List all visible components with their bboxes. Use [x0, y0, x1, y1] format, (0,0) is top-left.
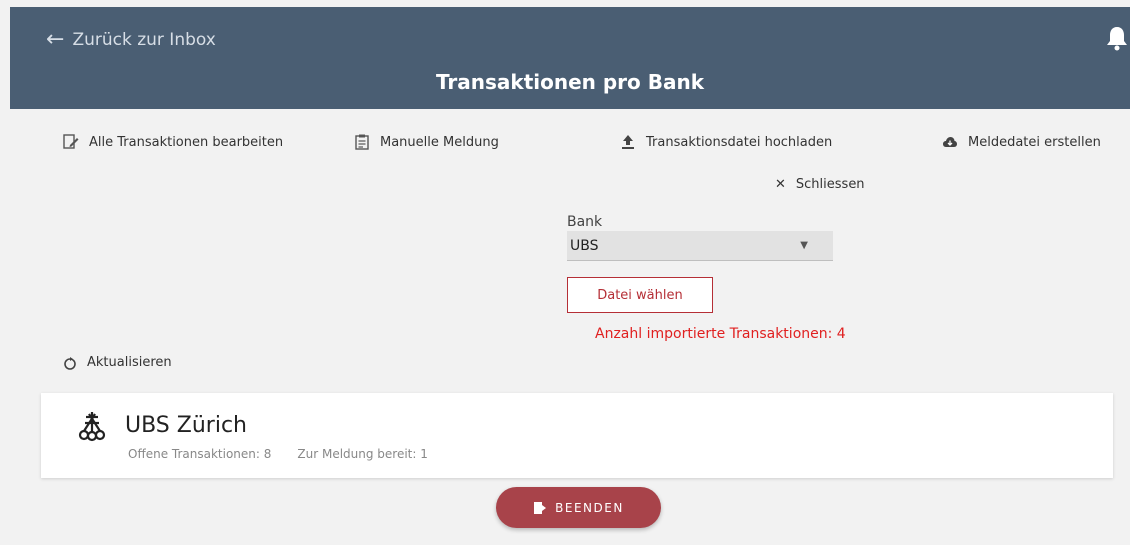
arrow-left-icon: ← — [46, 27, 65, 52]
create-report-file-button[interactable]: Meldedatei erstellen — [942, 134, 1101, 150]
bank-field-label: Bank — [567, 214, 603, 230]
caret-down-icon: ▼ — [800, 240, 808, 251]
bank-stats: Offene Transaktionen: 8 Zur Meldung bere… — [128, 447, 428, 461]
edit-all-transactions-button[interactable]: Alle Transaktionen bearbeiten — [63, 134, 283, 150]
upload-transaction-file-button[interactable]: Transaktionsdatei hochladen — [620, 134, 832, 150]
ready-for-report-count: Zur Meldung bereit: 1 — [297, 447, 428, 461]
toolbar-item-label: Alle Transaktionen bearbeiten — [89, 134, 284, 150]
upload-icon — [622, 135, 634, 149]
top-header: ← Zurück zur Inbox Transaktionen pro Ban… — [10, 7, 1130, 109]
bank-name: UBS Zürich — [125, 413, 247, 438]
clipboard-icon — [355, 134, 369, 150]
edit-icon — [63, 134, 79, 149]
toolbar-item-label: Transaktionsdatei hochladen — [646, 134, 833, 150]
page-title: Transaktionen pro Bank — [435, 70, 705, 94]
open-transactions-count: Offene Transaktionen: 8 — [128, 447, 272, 461]
bell-icon[interactable] — [1106, 25, 1128, 51]
finish-button-label: BEENDEN — [555, 500, 624, 515]
refresh-button[interactable]: Aktualisieren — [63, 355, 172, 370]
ubs-keys-logo — [78, 412, 106, 442]
back-to-inbox-link[interactable]: ← Zurück zur Inbox — [46, 29, 216, 51]
toolbar-item-label: Manuelle Meldung — [380, 134, 499, 150]
toolbar-item-label: Meldedatei erstellen — [968, 134, 1101, 150]
close-label: Schliessen — [795, 177, 865, 192]
finish-button[interactable]: BEENDEN — [496, 487, 661, 528]
bank-card[interactable]: UBS Zürich Offene Transaktionen: 8 Zur M… — [41, 393, 1113, 478]
bank-select[interactable]: UBS ▼ — [567, 231, 833, 261]
bank-select-value: UBS — [570, 237, 599, 254]
refresh-label: Aktualisieren — [87, 355, 172, 370]
choose-file-button[interactable]: Datei wählen — [567, 277, 713, 313]
close-panel-button[interactable]: ✕ Schliessen — [775, 177, 865, 192]
import-count-message: Anzahl importierte Transaktionen: 4 — [595, 326, 846, 342]
manual-report-button[interactable]: Manuelle Meldung — [354, 134, 499, 150]
cloud-download-icon — [943, 137, 957, 147]
close-icon: ✕ — [775, 177, 786, 192]
exit-icon — [534, 501, 547, 514]
back-link-label: Zurück zur Inbox — [72, 30, 216, 50]
refresh-icon — [64, 356, 76, 370]
